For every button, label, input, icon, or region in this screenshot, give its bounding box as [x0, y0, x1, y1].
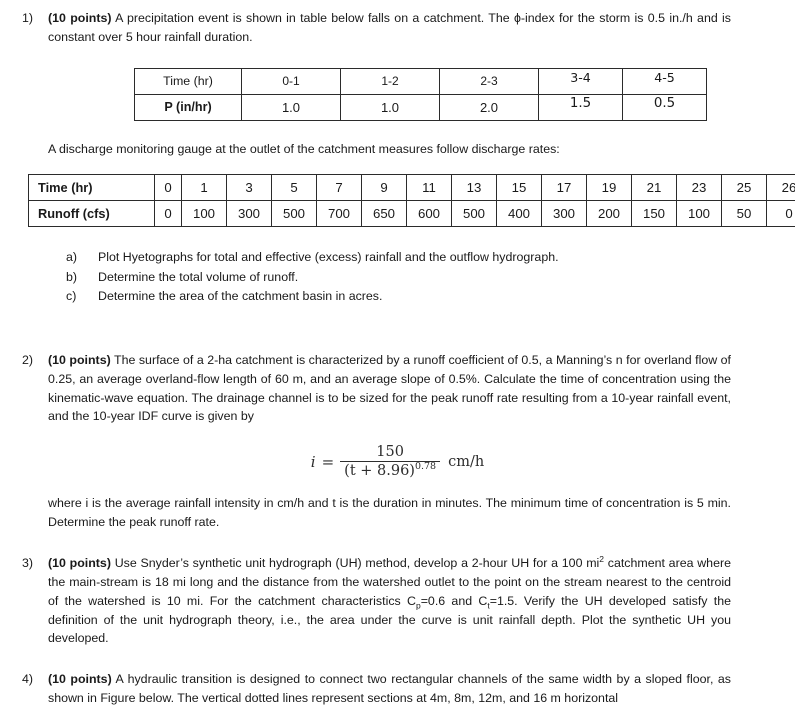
document-page: 1) (10 points) A precipitation event is … [0, 9, 795, 702]
precip-value-cell-3: 1.5 [539, 94, 623, 120]
precip-time-cell-2: 2-3 [440, 68, 539, 94]
precip-time-cell-1: 1-2 [341, 68, 440, 94]
problem-1-body: A precipitation event is shown in table … [48, 11, 731, 44]
list-item: c) Determine the area of the catchment b… [66, 287, 795, 306]
runoff-table: Time (hr) 0 1 3 5 7 9 11 13 15 17 19 21 … [28, 174, 795, 227]
problem-1-number: 1) [0, 9, 48, 28]
runoff-value-cell-4: 700 [317, 201, 362, 227]
equation-units: cm/h [440, 454, 484, 470]
precip-time-label: Time (hr) [135, 68, 242, 94]
runoff-value-cell-0: 0 [155, 201, 182, 227]
table-row: Time (hr) 0 1 3 5 7 9 11 13 15 17 19 21 … [29, 175, 795, 201]
runoff-time-cell-8: 15 [497, 175, 542, 201]
problem-4-points: (10 points) [48, 672, 112, 686]
table-row: P (in/hr) 1.0 1.0 2.0 1.5 0.5 [135, 94, 707, 120]
problem-1-text: (10 points) A precipitation event is sho… [48, 9, 763, 47]
runoff-value-cell-2: 300 [227, 201, 272, 227]
runoff-value-cell-14: 0 [767, 201, 795, 227]
problem-2: 2) (10 points) The surface of a 2-ha cat… [0, 351, 795, 426]
runoff-value-cell-10: 200 [587, 201, 632, 227]
runoff-time-cell-10: 19 [587, 175, 632, 201]
runoff-time-cell-14: 26 [767, 175, 795, 201]
subquestion-a-text: Plot Hyetographs for total and effective… [98, 248, 559, 267]
runoff-table-wrapper: Time (hr) 0 1 3 5 7 9 11 13 15 17 19 21 … [28, 174, 795, 227]
runoff-value-cell-3: 500 [272, 201, 317, 227]
problem-3-body-mid2: =0.6 and C [421, 594, 488, 608]
runoff-value-cell-9: 300 [542, 201, 587, 227]
equation-numerator: 150 [370, 444, 410, 461]
runoff-value-cell-7: 500 [452, 201, 497, 227]
problem-2-points: (10 points) [48, 353, 111, 367]
precip-value-cell-1: 1.0 [341, 94, 440, 120]
equation-denominator-base: (t + 8.96) [344, 463, 415, 479]
equation-variable: i [311, 453, 320, 471]
runoff-value-cell-6: 600 [407, 201, 452, 227]
runoff-value-cell-1: 100 [182, 201, 227, 227]
problem-2-body: The surface of a 2-ha catchment is chara… [48, 353, 731, 424]
precip-time-cell-0: 0-1 [242, 68, 341, 94]
precip-time-cell-4: 4-5 [623, 68, 707, 94]
precip-time-cell-3: 3-4 [539, 68, 623, 94]
runoff-time-cell-1: 1 [182, 175, 227, 201]
problem-1-points: (10 points) [48, 11, 112, 25]
equation-note-text: where i is the average rainfall intensit… [48, 494, 763, 532]
subquestion-c-text: Determine the area of the catchment basi… [98, 287, 382, 306]
subquestion-b-marker: b) [66, 268, 98, 287]
runoff-time-cell-11: 21 [632, 175, 677, 201]
problem-2-text: (10 points) The surface of a 2-ha catchm… [48, 351, 763, 426]
problem-3-number: 3) [0, 554, 48, 573]
problem-4: 4) (10 points) A hydraulic transition is… [0, 670, 795, 708]
subquestion-a-marker: a) [66, 248, 98, 267]
discharge-intro-paragraph: A discharge monitoring gauge at the outl… [48, 140, 748, 159]
problem-3: 3) (10 points) Use Snyder’s synthetic un… [0, 554, 795, 648]
subquestion-list: a) Plot Hyetographs for total and effect… [66, 248, 795, 306]
problem-4-body: A hydraulic transition is designed to co… [48, 672, 731, 705]
subquestion-c-marker: c) [66, 287, 98, 306]
runoff-time-cell-0: 0 [155, 175, 182, 201]
runoff-value-cell-12: 100 [677, 201, 722, 227]
precip-value-cell-4: 0.5 [623, 94, 707, 120]
runoff-time-cell-12: 23 [677, 175, 722, 201]
equation-note-block: where i is the average rainfall intensit… [0, 494, 795, 532]
problem-1: 1) (10 points) A precipitation event is … [0, 9, 795, 47]
runoff-value-cell-11: 150 [632, 201, 677, 227]
runoff-time-cell-7: 13 [452, 175, 497, 201]
table-row: Time (hr) 0-1 1-2 2-3 3-4 4-5 [135, 68, 707, 94]
problem-2-number: 2) [0, 351, 48, 370]
runoff-value-cell-8: 400 [497, 201, 542, 227]
runoff-value-cell-5: 650 [362, 201, 407, 227]
equation-denominator-exponent: 0.78 [415, 462, 436, 473]
runoff-cfs-label: Runoff (cfs) [29, 201, 155, 227]
problem-4-number: 4) [0, 670, 48, 689]
precip-value-cell-2: 2.0 [440, 94, 539, 120]
runoff-time-cell-4: 7 [317, 175, 362, 201]
problem-3-text: (10 points) Use Snyder’s synthetic unit … [48, 554, 763, 648]
runoff-time-cell-13: 25 [722, 175, 767, 201]
equation-expression: i = 150 (t + 8.96)0.78 cm/h [311, 444, 484, 479]
problem-3-body-prefix: Use Snyder’s synthetic unit hydrograph (… [111, 556, 599, 570]
runoff-time-cell-2: 3 [227, 175, 272, 201]
problem-3-points: (10 points) [48, 556, 111, 570]
runoff-time-cell-3: 5 [272, 175, 317, 201]
runoff-time-cell-5: 9 [362, 175, 407, 201]
precip-value-cell-0: 1.0 [242, 94, 341, 120]
runoff-value-cell-13: 50 [722, 201, 767, 227]
equation-denominator: (t + 8.96)0.78 [340, 461, 440, 479]
problem-4-text: (10 points) A hydraulic transition is de… [48, 670, 763, 708]
precip-p-label: P (in/hr) [135, 94, 242, 120]
idf-equation: i = 150 (t + 8.96)0.78 cm/h [0, 444, 795, 479]
runoff-time-label: Time (hr) [29, 175, 155, 201]
equation-fraction: 150 (t + 8.96)0.78 [340, 444, 440, 479]
runoff-time-cell-6: 11 [407, 175, 452, 201]
list-item: a) Plot Hyetographs for total and effect… [66, 248, 795, 267]
subquestion-b-text: Determine the total volume of runoff. [98, 268, 298, 287]
list-item: b) Determine the total volume of runoff. [66, 268, 795, 287]
runoff-time-cell-9: 17 [542, 175, 587, 201]
precipitation-table-wrapper: Time (hr) 0-1 1-2 2-3 3-4 4-5 P (in/hr) … [134, 68, 795, 121]
precipitation-table: Time (hr) 0-1 1-2 2-3 3-4 4-5 P (in/hr) … [134, 68, 707, 121]
equation-equals-sign: = [320, 453, 341, 471]
table-row: Runoff (cfs) 0 100 300 500 700 650 600 5… [29, 201, 795, 227]
